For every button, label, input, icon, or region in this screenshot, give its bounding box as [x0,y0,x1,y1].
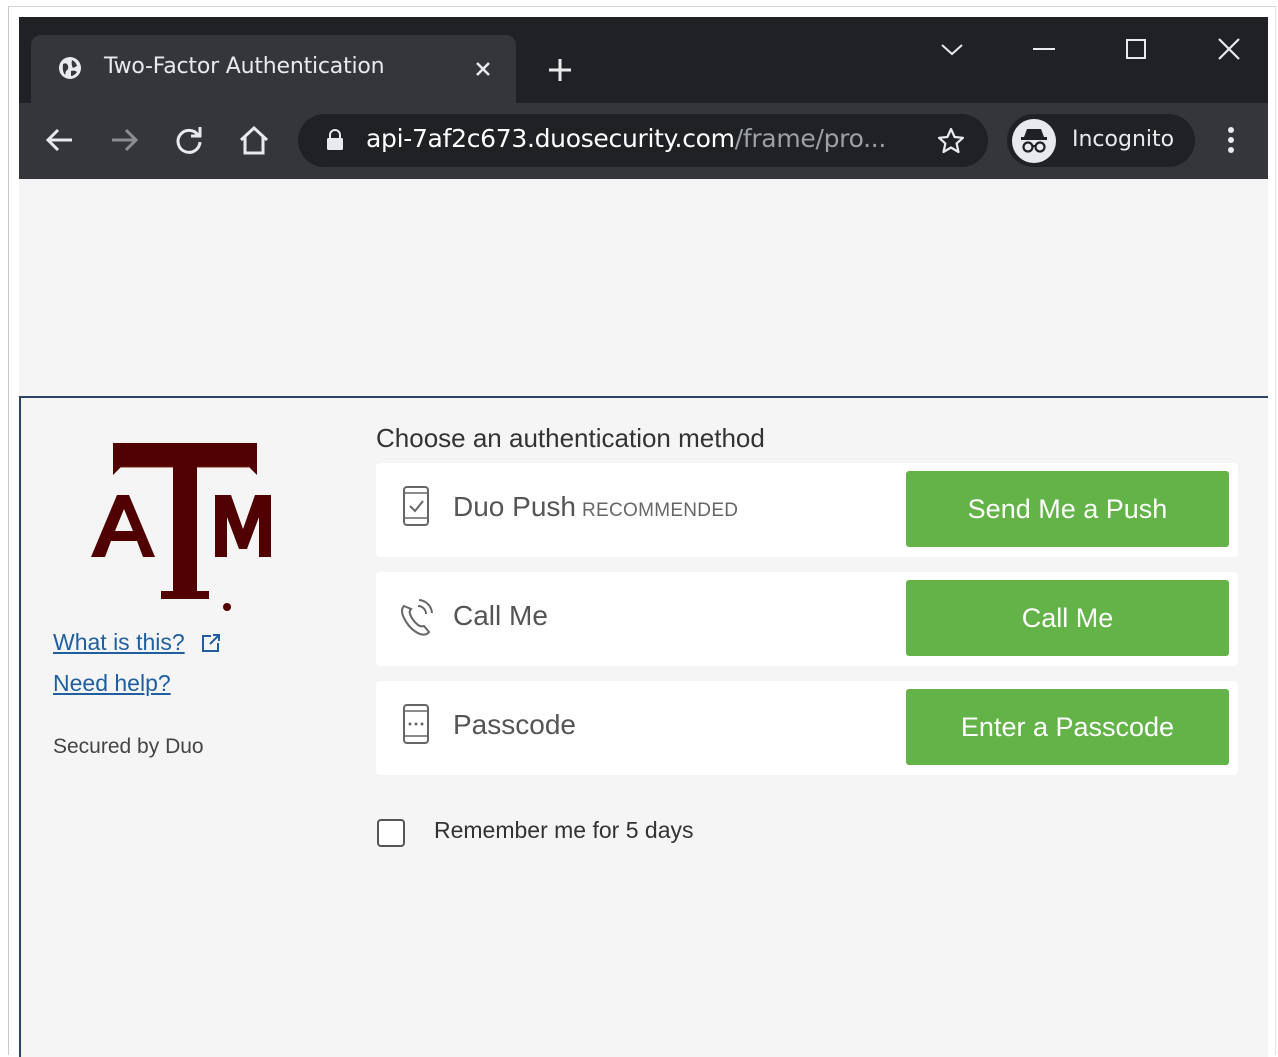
incognito-label: Incognito [1072,127,1175,152]
browser-toolbar: api-7af2c673.duosecurity.com/frame/pro..… [19,103,1268,179]
external-link-icon[interactable] [200,632,222,654]
url-path: /frame/pro... [734,124,887,153]
secured-by-duo: Secured by Duo [53,735,204,758]
recommended-badge: RECOMMENDED [581,500,739,521]
method-label-duo-push: Duo Push RECOMMENDED [453,491,738,523]
globe-icon [59,57,81,79]
reload-icon[interactable] [172,123,206,157]
what-is-this-link[interactable]: What is this? [53,629,185,656]
method-label-call-me: Call Me [453,600,548,631]
phone-call-icon [401,599,433,636]
duo-frame-left-border [19,396,21,1057]
new-tab-icon[interactable] [545,55,575,85]
url-text[interactable]: api-7af2c673.duosecurity.com/frame/pro..… [366,124,886,153]
duo-push-label: Duo Push [453,491,576,522]
passcode-device-icon [403,704,429,744]
method-row-call-me: Call Me Call Me [376,572,1238,666]
more-menu-icon[interactable] [1219,123,1243,157]
tamu-logo [91,443,271,611]
tab-two-factor[interactable]: Two-Factor Authentication [31,35,516,103]
browser-window: Two-Factor Authentication api-7af2c673.d… [19,17,1268,1057]
home-icon[interactable] [237,123,271,157]
what-is-this-text: What is this? [53,629,185,655]
enter-passcode-button[interactable]: Enter a Passcode [906,689,1229,765]
method-label-passcode: Passcode [453,709,576,740]
close-tab-icon[interactable] [468,54,498,84]
tab-title: Two-Factor Authentication [104,54,385,79]
method-row-duo-push: Duo Push RECOMMENDED Send Me a Push [376,463,1238,557]
method-row-passcode: Passcode Enter a Passcode [376,681,1238,775]
call-me-button[interactable]: Call Me [906,580,1229,656]
incognito-icon [1012,119,1056,163]
maximize-icon[interactable] [1116,29,1156,69]
back-icon[interactable] [43,123,77,157]
page-heading: Choose an authentication method [376,423,765,453]
title-bar: Two-Factor Authentication [19,17,1268,103]
minimize-icon[interactable] [1024,29,1064,69]
close-window-icon[interactable] [1209,29,1249,69]
tab-search-chevron-icon[interactable] [932,29,972,69]
remember-me-checkbox[interactable] [377,819,405,847]
lock-icon[interactable] [326,129,344,151]
duo-frame-top-border [19,396,1268,398]
send-push-button[interactable]: Send Me a Push [906,471,1229,547]
phone-check-icon [403,486,429,526]
incognito-indicator[interactable]: Incognito [1007,114,1195,167]
remember-me-label[interactable]: Remember me for 5 days [434,817,693,844]
forward-icon[interactable] [107,123,141,157]
url-host: api-7af2c673.duosecurity.com [366,124,735,153]
bookmark-star-icon[interactable] [936,126,966,156]
need-help-link[interactable]: Need help? [53,670,171,697]
address-bar[interactable]: api-7af2c673.duosecurity.com/frame/pro..… [298,114,988,167]
